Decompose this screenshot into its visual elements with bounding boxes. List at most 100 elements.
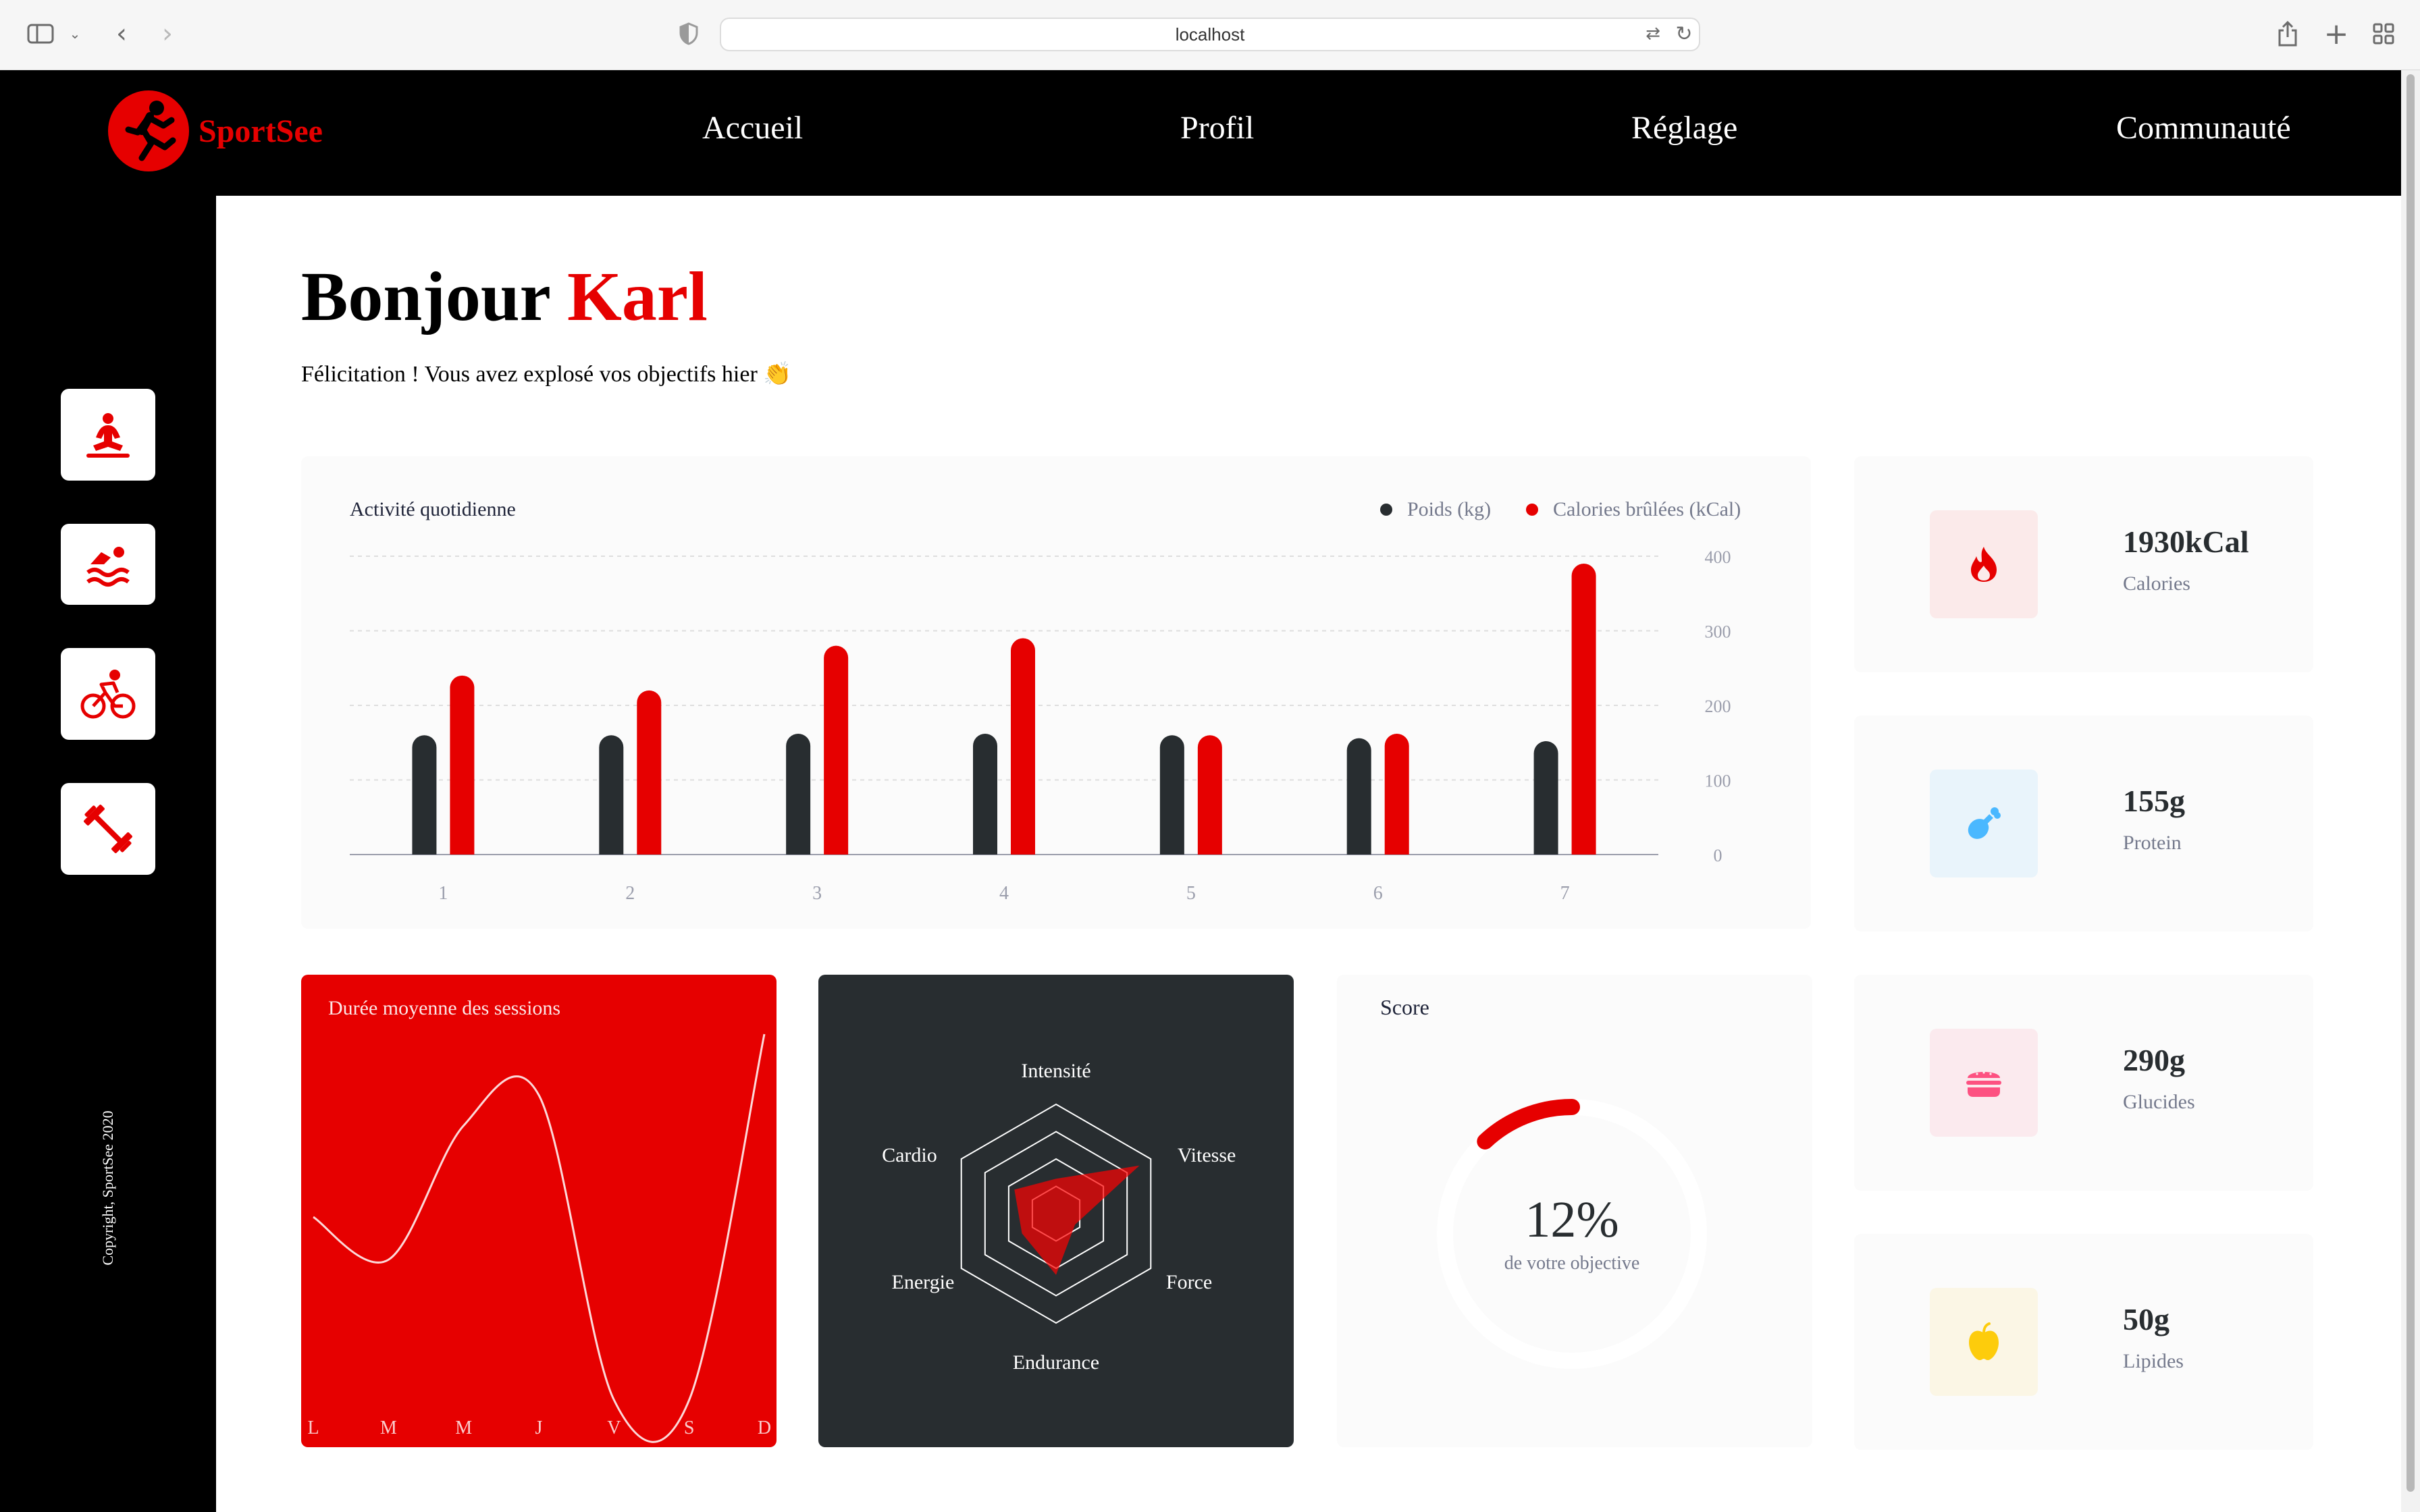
protein-icon-box xyxy=(1930,770,2038,878)
cycling-icon xyxy=(80,670,136,719)
sidebar-item-swimming[interactable] xyxy=(61,524,155,605)
y-tick-label: 300 xyxy=(1705,622,1731,642)
y-tick-label: 100 xyxy=(1705,772,1731,791)
page-scrollbar[interactable] xyxy=(2401,70,2420,1512)
score-value: 12% xyxy=(1525,1191,1619,1248)
x-tick-label: 6 xyxy=(1373,883,1383,904)
chicken-leg-icon xyxy=(1968,807,2001,839)
calories-bar xyxy=(824,645,849,855)
weight-bar xyxy=(973,733,997,855)
nav-profil[interactable]: Profil xyxy=(1180,109,1254,146)
greeting-user-name: Karl xyxy=(567,258,708,335)
key-data-card-lipides: 50g Lipides xyxy=(1854,1234,2313,1450)
tab-overview-icon[interactable] xyxy=(2370,20,2397,47)
share-icon[interactable] xyxy=(2274,20,2301,47)
calories-label: Calories xyxy=(2123,572,2190,595)
back-icon[interactable]: ‹ xyxy=(108,18,135,49)
nav-reglage[interactable]: Réglage xyxy=(1631,109,1737,146)
y-tick-label: 400 xyxy=(1705,547,1731,567)
calories-bar xyxy=(450,675,475,855)
daily-activity-chart: Activité quotidienne Poids (kg) Calories… xyxy=(301,456,1811,929)
nav-communaute[interactable]: Communauté xyxy=(2116,109,2291,146)
calories-bar xyxy=(1571,564,1596,855)
activity-bar-chart: 0 100 200 300 400 1 2 3 4 5 6 7 xyxy=(350,547,1731,904)
calories-bar xyxy=(1197,735,1222,855)
glucides-icon-box xyxy=(1930,1029,2038,1137)
calories-bar xyxy=(1384,733,1409,855)
key-data-card-protein: 155g Protein xyxy=(1854,716,2313,932)
x-tick-label: 3 xyxy=(812,883,822,904)
copyright-text: Copyright, SportSee 2020 xyxy=(99,1110,116,1266)
lipides-value: 50g xyxy=(2123,1302,2169,1336)
runner-logo-icon xyxy=(108,90,189,171)
translate-icon[interactable]: ⇄ xyxy=(1639,20,1666,47)
weight-bar xyxy=(1533,741,1558,855)
nav-accueil[interactable]: Accueil xyxy=(702,109,803,146)
meditation-icon xyxy=(86,413,130,458)
x-tick-label: 4 xyxy=(999,883,1009,904)
browser-toolbar: ⌄ ‹ › localhost ⇄ ↻ + xyxy=(0,0,2420,70)
top-navigation: SportSee Accueil Profil Réglage Communau… xyxy=(0,70,2401,196)
radar-axis-label: Vitesse xyxy=(1178,1144,1236,1166)
sidebar-toggle-icon[interactable] xyxy=(26,20,55,47)
lipides-label: Lipides xyxy=(2123,1350,2184,1372)
day-label: D xyxy=(758,1418,771,1438)
page-title: Bonjour Karl xyxy=(301,256,708,337)
brand-logo[interactable]: SportSee xyxy=(108,90,323,171)
url-text: localhost xyxy=(1175,24,1245,45)
key-data-card-glucides: 290g Glucides xyxy=(1854,975,2313,1191)
day-label: M xyxy=(380,1418,397,1438)
radar-axis-label: Energie xyxy=(892,1271,955,1293)
sidebar-item-yoga[interactable] xyxy=(61,389,155,481)
sessions-line-chart: LMMJVSD xyxy=(307,1033,771,1443)
calories-icon-box xyxy=(1930,510,2038,618)
x-tick-label: 2 xyxy=(625,883,635,904)
address-bar[interactable]: localhost xyxy=(720,18,1700,51)
swimming-icon xyxy=(86,547,130,587)
key-data-card-calories: 1930kCal Calories xyxy=(1854,456,2313,672)
day-label: L xyxy=(307,1418,319,1438)
x-tick-label: 5 xyxy=(1186,883,1196,904)
x-tick-label: 1 xyxy=(438,883,448,904)
day-label: J xyxy=(535,1418,543,1438)
radar-axis-label: Endurance xyxy=(1013,1351,1099,1374)
calories-bar xyxy=(637,690,662,855)
privacy-shield-icon[interactable] xyxy=(675,20,702,47)
activity-sidebar: Copyright, SportSee 2020 xyxy=(0,196,216,1512)
weight-bar xyxy=(1159,735,1184,855)
lipides-icon-box xyxy=(1930,1288,2038,1396)
weight-bar xyxy=(786,733,811,855)
radar-axis-label: Intensité xyxy=(1021,1060,1090,1082)
score-caption: de votre objective xyxy=(1504,1253,1640,1274)
score-radial-chart: 12% de votre objective xyxy=(1437,1099,1707,1369)
weightlifting-icon xyxy=(84,805,132,853)
performance-radar-chart: Intensité Vitesse Force Endurance Energie Car… xyxy=(818,975,1294,1447)
average-sessions-chart: Durée moyenne des sessions LMMJVSD xyxy=(301,975,777,1447)
y-tick-label: 0 xyxy=(1714,846,1722,865)
day-label: V xyxy=(607,1418,621,1438)
protein-value: 155g xyxy=(2123,784,2185,818)
greeting-hello: Bonjour xyxy=(301,258,550,335)
flame-icon xyxy=(1971,547,1997,582)
greeting-message: Félicitation ! Vous avez explosé vos obj… xyxy=(301,362,792,387)
x-tick-label: 7 xyxy=(1560,883,1570,904)
sessions-line xyxy=(313,1033,766,1443)
protein-label: Protein xyxy=(2123,832,2182,854)
sidebar-item-weights[interactable] xyxy=(61,783,155,875)
new-tab-icon[interactable]: + xyxy=(2323,17,2350,51)
calories-bar xyxy=(1011,638,1035,855)
sidebar-item-cycling[interactable] xyxy=(61,648,155,740)
forward-icon[interactable]: › xyxy=(154,18,181,49)
chevron-down-icon[interactable]: ⌄ xyxy=(66,20,84,47)
radar-axis-label: Cardio xyxy=(882,1144,937,1166)
radar-axis-label: Force xyxy=(1166,1271,1212,1293)
glucides-value: 290g xyxy=(2123,1043,2185,1077)
score-chart: Score 12% de votre objective xyxy=(1337,975,1812,1447)
weight-bar xyxy=(599,735,624,855)
calories-value: 1930kCal xyxy=(2123,524,2249,559)
reload-icon[interactable]: ↻ xyxy=(1672,20,1696,47)
scrollbar-thumb[interactable] xyxy=(2406,74,2415,1492)
burger-icon xyxy=(1966,1071,2001,1097)
glucides-label: Glucides xyxy=(2123,1091,2195,1113)
weight-bar xyxy=(1346,738,1371,855)
